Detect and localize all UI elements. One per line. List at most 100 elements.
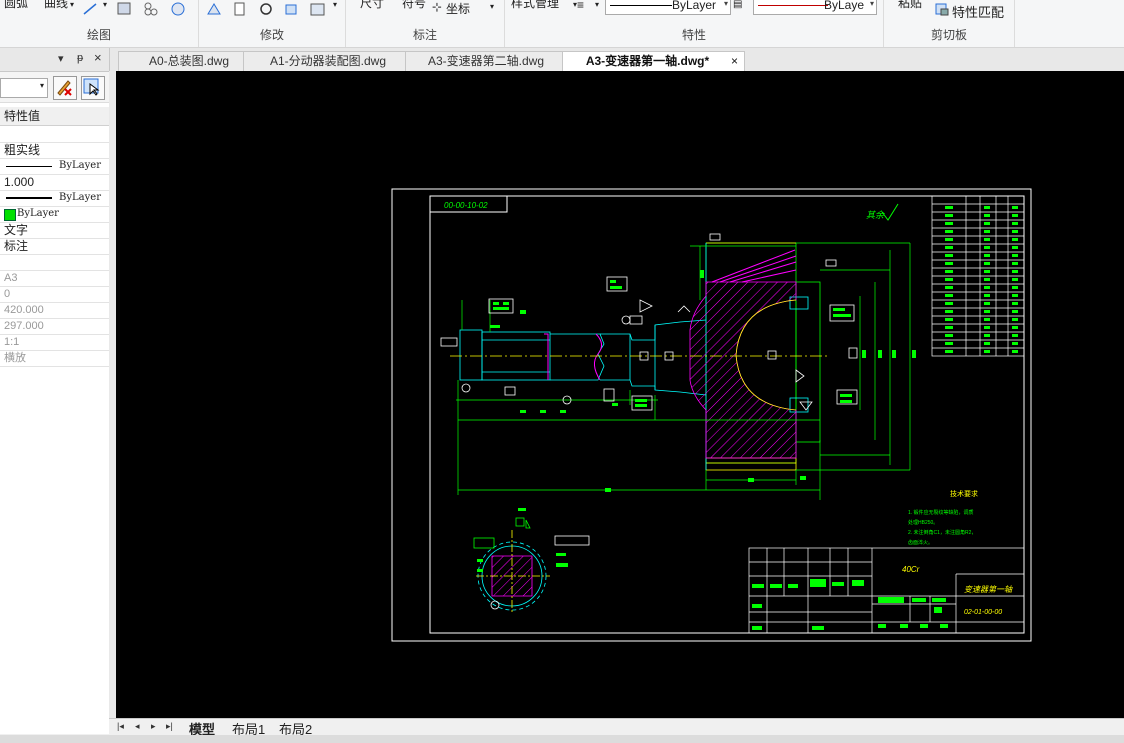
table-cell-mark [945, 326, 953, 329]
linetype-combo[interactable]: ByLayer ▾ [605, 0, 731, 15]
dropdown-arrow-icon[interactable]: ▾ [595, 0, 599, 9]
tab-a3-first-shaft[interactable]: A3-变速器第一轴.dwg* × [562, 51, 745, 71]
roughness-note: 其余 [866, 210, 885, 220]
dropdown-arrow-icon[interactable]: ▾ [333, 0, 337, 9]
table-cell-mark [1012, 254, 1018, 257]
linetype-preview [610, 5, 672, 6]
curve-button[interactable]: 曲线 [44, 0, 68, 11]
color-preview [758, 5, 828, 6]
edit-icon[interactable] [310, 2, 326, 16]
properties-panel: ▾ ᵽ × ▾ 特性值 粗实线 ByLayer 1.000 ByLayer ByLaye… [0, 48, 110, 734]
panel-splitter[interactable] [109, 71, 116, 718]
coordinate-icon[interactable]: ⊹ [432, 0, 442, 14]
first-tab-icon[interactable]: |◂ [117, 721, 124, 732]
dropdown-arrow-icon[interactable]: ▾ [490, 2, 494, 11]
select-objects-button[interactable] [81, 76, 105, 100]
close-icon[interactable]: × [94, 50, 102, 65]
prev-tab-icon[interactable]: ◂ [135, 721, 140, 732]
table-cell-mark [945, 230, 953, 233]
property-row[interactable]: 标注 [0, 238, 109, 255]
property-row[interactable]: 文字 [0, 222, 109, 239]
property-row[interactable]: 横放 [0, 350, 109, 367]
property-row[interactable] [0, 126, 109, 143]
property-row[interactable] [0, 254, 109, 271]
material-text: 40Cr [902, 565, 920, 574]
pin-icon[interactable]: ᵽ [77, 52, 83, 64]
match-properties-icon[interactable] [934, 2, 950, 16]
dropdown-arrow-icon[interactable]: ▾ [103, 0, 107, 9]
property-value: 0 [4, 288, 11, 300]
table-cell-mark [945, 294, 953, 297]
paste-button[interactable]: 粘贴 [898, 0, 922, 11]
property-row[interactable]: 1.000 [0, 174, 109, 191]
copy-icon[interactable] [232, 2, 248, 16]
rotate-icon[interactable] [258, 2, 274, 16]
property-row[interactable]: ByLayer [0, 158, 109, 175]
symbol-button[interactable]: 符号 [402, 0, 426, 11]
tab-a3-second-shaft[interactable]: A3-变速器第二轴.dwg [405, 51, 567, 71]
table-cell-mark [945, 254, 953, 257]
tab-a0[interactable]: A0-总装图.dwg [118, 51, 260, 71]
arc-button[interactable]: 圆弧 [4, 0, 28, 11]
drawing-number-top: 00-00-10-02 [444, 201, 488, 210]
callout-text-marks [490, 280, 852, 407]
text-mark [493, 307, 509, 310]
dropdown-arrow-icon[interactable]: ▾ [70, 0, 74, 9]
pattern-icon[interactable] [143, 2, 159, 16]
scale-icon[interactable] [284, 2, 300, 16]
property-row[interactable]: 420.000 [0, 302, 109, 319]
ribbon-group-clipboard: 粘贴 特性匹配 剪切板 [884, 0, 1015, 47]
hatch-icon[interactable] [170, 2, 186, 16]
text-mark [493, 302, 499, 305]
table-cell-mark [1012, 350, 1018, 353]
style-manager-button[interactable]: 样式管理 [511, 0, 559, 11]
move-icon[interactable] [206, 2, 222, 16]
coordinate-button[interactable]: 坐标 [446, 0, 470, 17]
text-mark [610, 286, 622, 289]
line-icon[interactable] [82, 2, 98, 16]
next-tab-icon[interactable]: ▸ [151, 721, 156, 732]
property-row[interactable]: 1:1 [0, 334, 109, 351]
quick-select-button[interactable] [53, 76, 77, 100]
text-mark [833, 314, 851, 317]
cad-drawing: 00-00-10-02 其余 技术要求 1. 锻件应无裂纹等缺陷，调质 处理HB… [391, 188, 1032, 642]
ribbon-group-label: 标注 [412, 28, 437, 42]
text-mark [812, 626, 824, 630]
table-cell-mark [945, 342, 953, 345]
rectangle-icon[interactable] [116, 2, 132, 16]
property-value: 1:1 [4, 336, 20, 348]
table-cell-mark [1012, 230, 1018, 233]
color-combo[interactable]: ByLaye ▾ [753, 0, 877, 15]
text-mark [520, 310, 526, 314]
layer-list-icon[interactable]: ≡ [577, 0, 584, 12]
panel-menu-icon[interactable]: ▾ [58, 52, 64, 65]
ribbon-group-label: 绘图 [86, 28, 111, 42]
dimension-button[interactable]: 尺寸 [360, 0, 384, 11]
match-properties-button[interactable]: 特性匹配 [952, 2, 1004, 21]
property-row[interactable]: ByLayer [0, 190, 109, 207]
drawing-canvas[interactable]: 00-00-10-02 其余 技术要求 1. 锻件应无裂纹等缺陷，调质 处理HB… [116, 71, 1124, 718]
panel-header: ▾ ᵽ × [0, 48, 109, 72]
last-tab-icon[interactable]: ▸| [166, 721, 173, 732]
close-icon[interactable]: × [731, 52, 738, 71]
property-row[interactable]: 297.000 [0, 318, 109, 335]
text-mark [770, 584, 782, 588]
table-cell-mark [1012, 278, 1018, 281]
object-selector[interactable]: ▾ [0, 78, 48, 98]
table-cell-mark [984, 342, 990, 345]
text-mark [900, 624, 908, 628]
property-row[interactable]: A3 [0, 270, 109, 287]
property-row[interactable]: ByLayer [0, 206, 109, 223]
lineweight-icon[interactable]: ▤ [733, 0, 742, 10]
tech-req-line: 1. 锻件应无裂纹等缺陷，调质 [908, 509, 974, 516]
property-row[interactable]: 粗实线 [0, 142, 109, 159]
color-value: ByLaye [823, 0, 864, 12]
table-cell-mark [984, 310, 990, 313]
property-row[interactable]: 0 [0, 286, 109, 303]
color-swatch [4, 209, 16, 221]
tab-a1[interactable]: A1-分动器装配图.dwg [243, 51, 413, 71]
table-cell-mark [984, 326, 990, 329]
text-mark [635, 399, 647, 402]
property-value: 1.000 [4, 175, 35, 189]
table-cell-mark [945, 334, 953, 337]
